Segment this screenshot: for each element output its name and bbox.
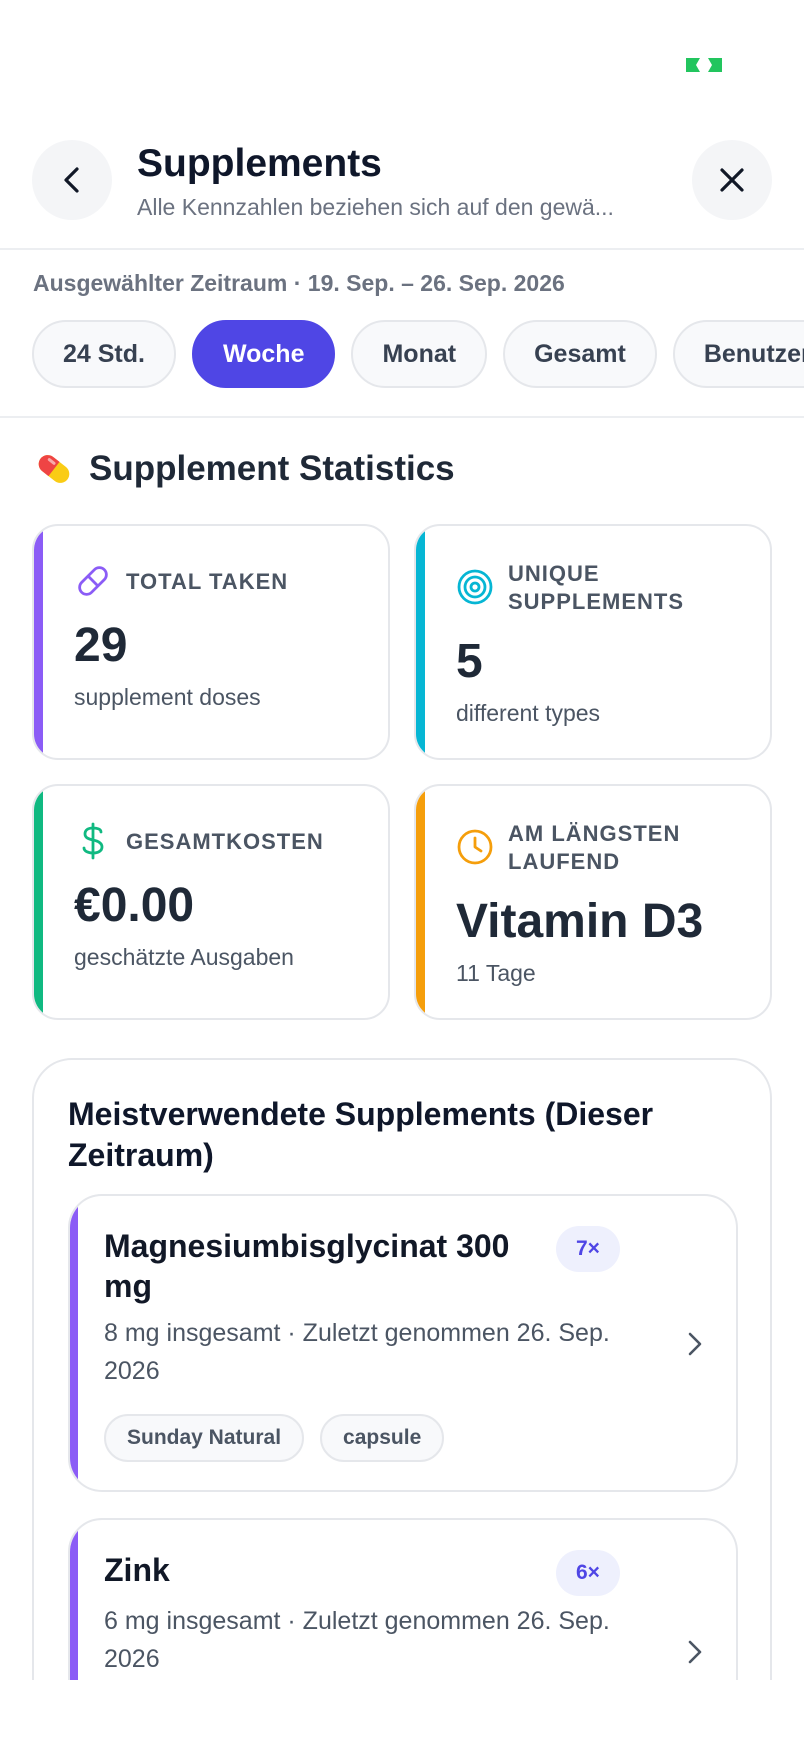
close-button[interactable] <box>692 140 772 220</box>
dollar-icon <box>82 822 104 860</box>
card-accent <box>34 526 43 758</box>
stat-sub: different types <box>456 700 601 726</box>
status-bar <box>0 0 804 120</box>
stat-card-total-taken: TOTAL TAKEN 29 supplement doses <box>32 524 390 760</box>
supplement-name: Magnesiumbisglycinat 300 mg <box>104 1228 510 1304</box>
top-supplements-title: Meistverwendete Supplements (Dieser Zeit… <box>68 1096 654 1173</box>
stat-label: GESAMTKOSTEN <box>126 829 324 854</box>
tag-form: capsule <box>320 1414 445 1462</box>
card-accent <box>34 786 43 1018</box>
supplement-name: Zink <box>104 1552 170 1588</box>
card-accent <box>70 1196 78 1490</box>
range-chip-24h[interactable]: 24 Std. <box>32 320 176 388</box>
close-icon <box>720 168 744 192</box>
range-chip-week[interactable]: Woche <box>191 320 336 388</box>
supplement-meta: 6 mg insgesamt · Zuletzt genommen 26. Se… <box>104 1607 610 1673</box>
supplement-meta: 8 mg insgesamt · Zuletzt genommen 26. Se… <box>104 1319 610 1385</box>
clock-icon <box>457 829 493 865</box>
stat-sub: supplement doses <box>74 684 261 710</box>
card-accent <box>416 786 425 1018</box>
bottom-safe-area <box>0 1680 804 1748</box>
range-chip-total[interactable]: Gesamt <box>503 320 657 388</box>
stat-value: 29 <box>74 619 128 672</box>
stat-value: €0.00 <box>74 879 195 932</box>
chevron-left-icon <box>64 167 79 193</box>
supplement-card[interactable]: Magnesiumbisglycinat 300 mg 7× 8 mg insg… <box>68 1194 738 1492</box>
stat-label: TOTAL TAKEN <box>126 569 289 594</box>
top-supplements-panel: Meistverwendete Supplements (Dieser Zeit… <box>32 1058 772 1748</box>
stat-head: UNIQUE SUPPLEMENTS <box>456 560 758 616</box>
page-title: Supplements <box>137 142 382 185</box>
range-chip-custom[interactable]: Benutzerdefiniert <box>672 320 804 388</box>
stat-label: UNIQUE SUPPLEMENTS <box>508 561 685 614</box>
stat-label: AM LÄNGSTEN LAUFEND <box>508 821 681 874</box>
stats-heading: Supplement Statistics <box>33 448 455 490</box>
stat-head: TOTAL TAKEN <box>74 562 376 600</box>
page-subtitle: Alle Kennzahlen beziehen sich auf den ge… <box>137 194 614 220</box>
chevron-right-icon <box>688 1640 702 1664</box>
stats-title: Supplement Statistics <box>89 449 455 488</box>
stat-sub: geschätzte Ausgaben <box>74 944 294 970</box>
chevron-right-icon <box>688 1332 702 1356</box>
range-chip-month[interactable]: Monat <box>351 320 488 388</box>
target-icon <box>457 569 493 605</box>
header-texts: Supplements Alle Kennzahlen beziehen sic… <box>137 142 667 222</box>
tag-row: Sunday Natural capsule <box>104 1414 445 1462</box>
stat-card-longest-running: AM LÄNGSTEN LAUFEND Vitamin D3 11 Tage <box>414 784 772 1020</box>
count-badge: 6× <box>556 1550 620 1596</box>
stat-head: GESAMTKOSTEN <box>74 822 376 860</box>
pill-emoji-icon <box>38 455 70 483</box>
stat-value: 5 <box>456 635 483 688</box>
status-indicator-icon <box>686 58 722 72</box>
tag-brand: Sunday Natural <box>104 1414 305 1462</box>
stat-card-total-cost: GESAMTKOSTEN €0.00 geschätzte Ausgaben <box>32 784 390 1020</box>
selected-range-label: Ausgewählter Zeitraum · 19. Sep. – 26. S… <box>33 270 565 296</box>
stat-value: Vitamin D3 <box>456 895 704 948</box>
stat-card-unique-supplements: UNIQUE SUPPLEMENTS 5 different types <box>414 524 772 760</box>
count-badge: 7× <box>556 1226 620 1272</box>
range-selector: Ausgewählter Zeitraum · 19. Sep. – 26. S… <box>0 250 804 418</box>
range-chips: 24 Std. Woche Monat Gesamt Benutzerdefin… <box>32 320 804 388</box>
page-header: Supplements Alle Kennzahlen beziehen sic… <box>0 120 804 250</box>
back-button[interactable] <box>32 140 112 220</box>
pill-icon <box>78 566 108 596</box>
stat-sub: 11 Tage <box>456 960 536 986</box>
card-accent <box>416 526 425 758</box>
stat-head: AM LÄNGSTEN LAUFEND <box>456 820 758 876</box>
